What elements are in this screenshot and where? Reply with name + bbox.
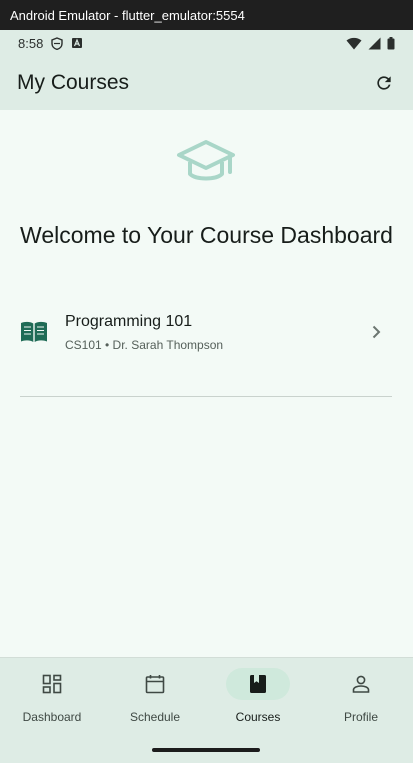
nav-active-indicator <box>226 668 290 700</box>
status-time: 8:58 <box>18 35 44 51</box>
nav-label-dashboard: Dashboard <box>22 710 82 724</box>
cellular-signal-icon <box>368 37 381 49</box>
nav-label-profile: Profile <box>343 710 378 724</box>
app-bar: My Courses <box>0 56 413 110</box>
gesture-navigation-handle[interactable] <box>152 748 260 752</box>
refresh-button[interactable] <box>372 71 396 95</box>
battery-icon <box>387 36 395 49</box>
graduation-cap-icon <box>177 140 235 181</box>
nav-item-dashboard[interactable]: Dashboard <box>0 668 104 728</box>
nav-icon-container <box>20 668 84 700</box>
course-name: Programming 101 <box>65 312 193 330</box>
course-text: Programming 101 CS101 • Dr. Sarah Thomps… <box>65 313 223 352</box>
nav-item-schedule[interactable]: Schedule <box>103 668 207 728</box>
course-list-item[interactable]: Programming 101 CS101 • Dr. Sarah Thomps… <box>20 298 392 366</box>
emulator-title-bar: Android Emulator - flutter_emulator:5554 <box>0 0 413 30</box>
chevron-right-icon <box>372 325 381 339</box>
book-icon <box>250 675 266 693</box>
shield-icon <box>51 36 64 50</box>
main-content: Welcome to Your Course Dashboard Program… <box>0 110 413 657</box>
nav-icon-container <box>123 668 187 700</box>
person-icon <box>352 675 370 693</box>
course-subtitle: CS101 • Dr. Sarah Thompson <box>65 337 224 352</box>
wifi-icon <box>346 37 362 49</box>
welcome-heading: Welcome to Your Course Dashboard <box>20 222 393 248</box>
nav-icon-container <box>329 668 393 700</box>
nav-item-courses[interactable]: Courses <box>206 668 310 728</box>
calendar-icon <box>145 675 165 694</box>
nav-label-courses: Courses <box>235 710 281 724</box>
status-bar: 8:58 <box>0 30 413 56</box>
device-screen: 8:58 My Courses Welcome to Your Course D… <box>0 30 413 763</box>
page-title: My Courses <box>17 71 130 94</box>
nav-item-profile[interactable]: Profile <box>309 668 413 728</box>
refresh-icon <box>377 76 391 90</box>
notification-a-icon <box>72 38 83 48</box>
window-title: Android Emulator - flutter_emulator:5554 <box>10 7 245 23</box>
nav-label-schedule: Schedule <box>129 710 181 724</box>
book-open-icon <box>21 321 47 342</box>
dashboard-icon <box>42 674 62 694</box>
list-divider <box>20 396 392 397</box>
